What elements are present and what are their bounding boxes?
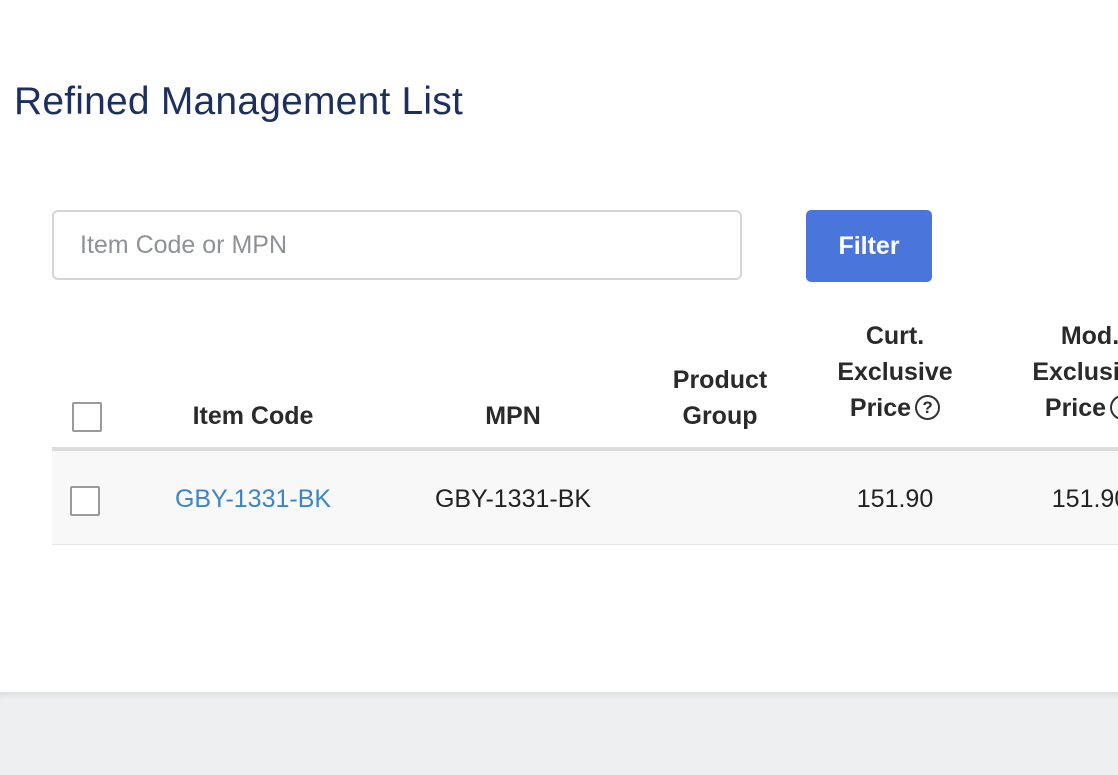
cell-mod-exclusive-price: 151.90 <box>1051 485 1118 513</box>
column-header-curt-exclusive-price[interactable]: Curt. Exclusive Price? <box>815 318 975 426</box>
row-select-checkbox[interactable] <box>70 486 100 516</box>
main-panel: Refined Management List Filter Item Code… <box>0 0 1118 692</box>
filter-button[interactable]: Filter <box>806 210 932 282</box>
column-header-item-code[interactable]: Item Code <box>148 398 358 434</box>
cell-mpn: GBY-1331-BK <box>434 485 592 513</box>
question-circle-icon[interactable]: ? <box>915 395 941 420</box>
question-circle-icon[interactable]: ? <box>1110 395 1118 420</box>
column-header-mod-exclusive-price[interactable]: Mod. Exclusive Price? <box>1010 318 1118 426</box>
page-title: Refined Management List <box>14 80 464 123</box>
column-header-mpn[interactable]: MPN <box>433 398 593 434</box>
item-code-link[interactable]: GBY-1331-BK <box>175 485 331 513</box>
cell-item-code: GBY-1331-BK <box>148 482 358 516</box>
search-input[interactable] <box>52 210 742 280</box>
page-footer-background <box>0 692 1118 775</box>
column-header-product-group[interactable]: Product Group <box>650 362 790 434</box>
cell-curt-exclusive-price: 151.90 <box>856 485 934 513</box>
select-all-checkbox[interactable] <box>72 402 102 432</box>
